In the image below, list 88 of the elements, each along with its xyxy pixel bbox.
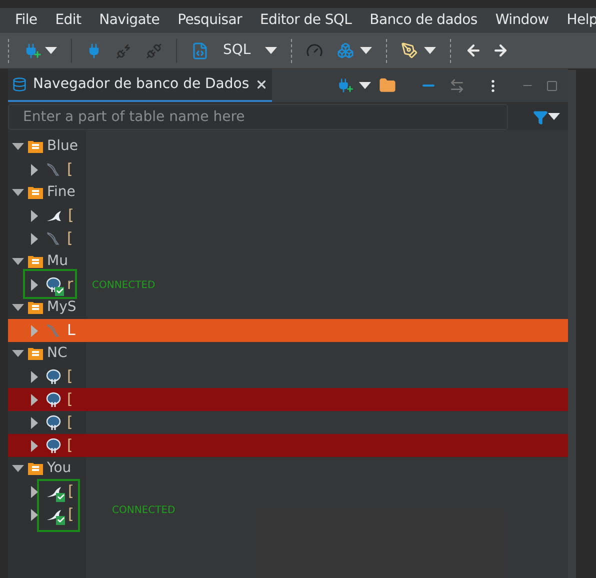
menu-item[interactable]: Edit [46, 10, 90, 31]
close-icon[interactable] [255, 78, 268, 91]
connection-label: [ [68, 481, 74, 502]
expand-arrow-icon[interactable] [31, 164, 39, 176]
filter-icon[interactable] [533, 110, 548, 124]
caret-icon[interactable] [424, 46, 436, 54]
caret-icon[interactable] [360, 46, 372, 54]
elephant-icon [46, 368, 61, 384]
connection-label: [ [67, 366, 73, 388]
folder-label[interactable]: MyS [47, 297, 76, 318]
connection-row[interactable]: r [8, 273, 86, 296]
sql-editor-button[interactable]: SQL [215, 40, 259, 61]
expand-arrow-icon[interactable] [31, 440, 39, 452]
connection-label: [ [67, 389, 73, 410]
connection-label: [ [67, 412, 73, 434]
navigator-tab[interactable]: Navegador de banco de Dados [8, 69, 272, 102]
link-arrows-icon[interactable] [449, 78, 465, 94]
connection-row[interactable]: [ [8, 434, 86, 457]
connection-label: [ [67, 228, 73, 250]
expand-arrow-icon[interactable] [31, 210, 39, 222]
annotation-frame [37, 479, 80, 532]
maximize-icon[interactable] [546, 80, 558, 92]
expand-arrow-icon[interactable] [31, 416, 39, 428]
expand-arrow-icon[interactable] [31, 232, 39, 244]
expand-arrow-icon[interactable] [31, 394, 39, 406]
menu-item[interactable]: Navigate [90, 10, 169, 31]
connection-label: [ [67, 435, 73, 456]
connection-label: r [67, 274, 74, 296]
elephant-icon [46, 392, 61, 408]
menu-item[interactable]: Editor de SQL [251, 10, 361, 31]
seal-icon [46, 208, 62, 222]
folder-label[interactable]: Mu [47, 251, 68, 272]
folder-label[interactable]: You [47, 458, 72, 479]
filter-field[interactable]: Enter a part of table name here [8, 104, 508, 130]
caret-icon[interactable] [264, 46, 277, 54]
expand-arrow-icon[interactable] [31, 278, 39, 290]
folder-add-icon[interactable] [379, 77, 396, 94]
folder-icon [28, 255, 43, 268]
connection-row[interactable]: [ [8, 411, 86, 434]
folder-icon [28, 301, 43, 314]
connection-row[interactable]: L [8, 319, 86, 342]
connection-row[interactable]: [ [8, 503, 86, 526]
folder-label[interactable]: NC [47, 343, 68, 364]
dolphin-icon [46, 162, 61, 177]
collapse-arrow-icon[interactable] [12, 258, 24, 266]
folder-label[interactable]: Fine [47, 182, 76, 203]
connection-label: [ [68, 205, 74, 226]
collapse-arrow-icon[interactable] [12, 142, 24, 150]
collapse-arrow-icon[interactable] [12, 188, 24, 196]
collapse-arrow-icon[interactable] [12, 350, 24, 358]
elephant-icon [46, 276, 61, 292]
connection-label: L [67, 320, 76, 342]
elephant-icon [46, 438, 61, 454]
annotation-frame [23, 269, 77, 299]
menu-item[interactable]: Banco de dados [360, 10, 486, 31]
scrollbar[interactable] [568, 70, 576, 578]
expand-arrow-icon[interactable] [31, 508, 39, 520]
expand-arrow-icon[interactable] [31, 486, 39, 498]
connection-label: [ [68, 504, 74, 526]
filter-caret-icon[interactable] [548, 113, 560, 121]
expand-arrow-icon[interactable] [31, 370, 39, 382]
connection-row[interactable]: [ [8, 365, 86, 388]
connection-label: [ [67, 159, 73, 180]
folder-label[interactable]: Blue [47, 136, 78, 157]
annotation-label: CONNECTED [92, 279, 156, 293]
database-icon [12, 77, 27, 92]
folder-icon [28, 186, 43, 199]
connection-row[interactable]: [ [8, 388, 86, 411]
connection-row[interactable]: [ [8, 158, 86, 181]
menu-item[interactable]: File [6, 10, 46, 31]
collapse-arrow-icon[interactable] [12, 464, 24, 472]
caret-icon[interactable] [45, 46, 57, 54]
caret-icon[interactable] [359, 82, 371, 90]
collapse-arrow-icon[interactable] [12, 304, 24, 312]
menu-item[interactable]: Window [486, 10, 558, 31]
annotation-label: CONNECTED [112, 504, 176, 518]
elephant-icon [46, 414, 61, 430]
connection-row[interactable]: [ [8, 227, 86, 250]
folder-icon [28, 347, 43, 360]
menu-item[interactable]: Pesquisar [168, 10, 251, 31]
pencil-icon[interactable] [400, 42, 418, 59]
dolphin-icon [46, 231, 61, 246]
connection-row[interactable]: [ [8, 480, 86, 503]
folder-icon [28, 462, 43, 475]
dolphin-icon [46, 323, 61, 338]
connection-row[interactable]: [ [8, 204, 86, 227]
new-connection-icon[interactable] [336, 78, 351, 93]
folder-icon [28, 140, 43, 153]
